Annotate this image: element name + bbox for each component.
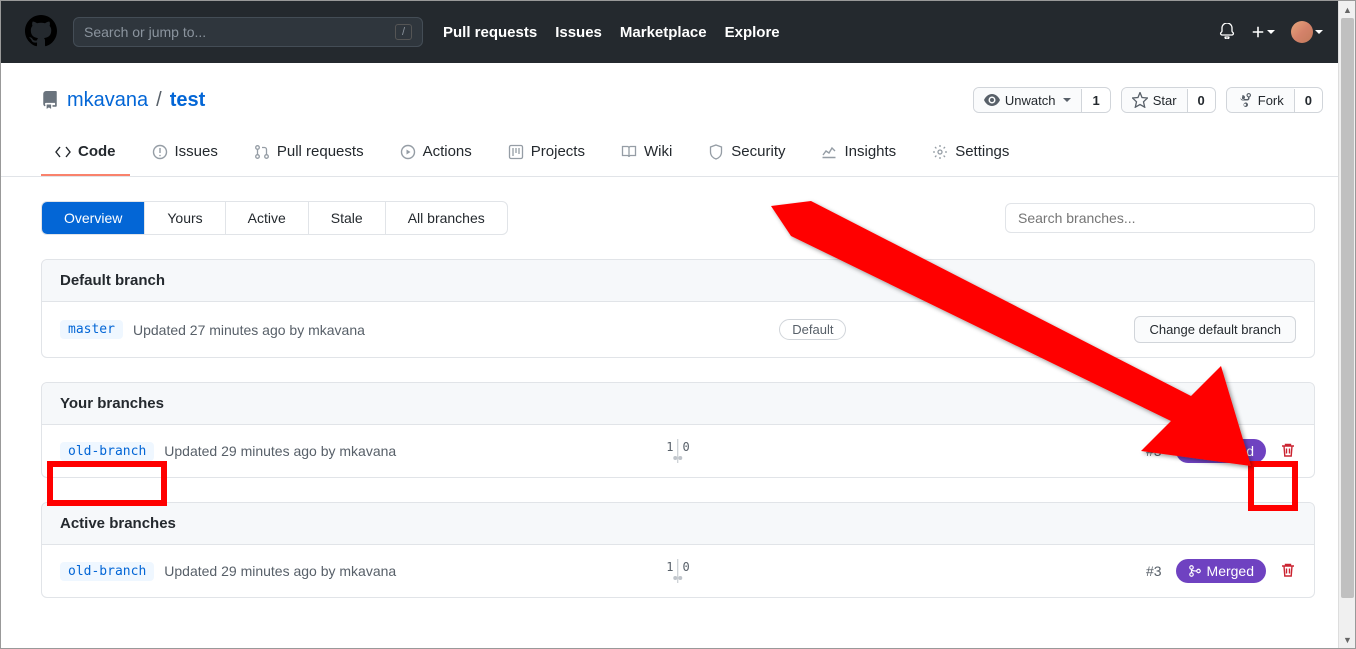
your-branches-box: Your branches old-branch Updated 29 minu… bbox=[41, 382, 1315, 478]
watch-count[interactable]: 1 bbox=[1081, 89, 1109, 112]
trash-icon bbox=[1280, 442, 1296, 458]
github-logo[interactable] bbox=[25, 15, 57, 50]
your-branch-row: old-branch Updated 29 minutes ago by mka… bbox=[42, 425, 1314, 477]
fork-count[interactable]: 0 bbox=[1294, 89, 1322, 112]
nav-marketplace[interactable]: Marketplace bbox=[620, 24, 707, 41]
active-branches-box: Active branches old-branch Updated 29 mi… bbox=[41, 502, 1315, 598]
fork-icon bbox=[1237, 92, 1253, 108]
repo-tabs: Code Issues Pull requests Actions Projec… bbox=[1, 113, 1355, 177]
global-search[interactable]: Search or jump to... / bbox=[73, 17, 423, 47]
tab-code[interactable]: Code bbox=[41, 133, 130, 176]
branch-filter-row: Overview Yours Active Stale All branches bbox=[41, 201, 1315, 235]
tab-actions[interactable]: Actions bbox=[386, 133, 486, 176]
ahead-behind: 1 0 bbox=[666, 559, 689, 583]
merge-icon bbox=[1188, 444, 1202, 458]
filter-overview[interactable]: Overview bbox=[42, 202, 145, 234]
caret-down-icon bbox=[1315, 30, 1323, 34]
tab-projects[interactable]: Projects bbox=[494, 133, 599, 176]
active-branch-row: old-branch Updated 29 minutes ago by mka… bbox=[42, 545, 1314, 597]
star-button[interactable]: Star 0 bbox=[1121, 87, 1216, 113]
branch-name-link[interactable]: old-branch bbox=[60, 562, 154, 581]
filter-all[interactable]: All branches bbox=[386, 202, 507, 234]
scroll-down-icon[interactable]: ▼ bbox=[1339, 631, 1356, 648]
avatar bbox=[1291, 21, 1313, 43]
scroll-up-icon[interactable]: ▲ bbox=[1339, 1, 1356, 18]
pr-link[interactable]: #3 bbox=[1146, 563, 1162, 579]
filter-active[interactable]: Active bbox=[226, 202, 309, 234]
bell-icon[interactable] bbox=[1219, 23, 1235, 42]
star-count[interactable]: 0 bbox=[1187, 89, 1215, 112]
slash-key-icon: / bbox=[395, 24, 412, 40]
merged-badge[interactable]: Merged bbox=[1176, 439, 1266, 463]
default-branch-header: Default branch bbox=[42, 260, 1314, 302]
tab-pulls[interactable]: Pull requests bbox=[240, 133, 378, 176]
scrollbar[interactable]: ▲ ▼ bbox=[1338, 1, 1355, 648]
search-placeholder: Search or jump to... bbox=[84, 24, 206, 40]
trash-icon bbox=[1280, 562, 1296, 578]
merged-badge[interactable]: Merged bbox=[1176, 559, 1266, 583]
star-icon bbox=[1132, 92, 1148, 108]
active-branches-header: Active branches bbox=[42, 503, 1314, 545]
tab-settings[interactable]: Settings bbox=[918, 133, 1023, 176]
delete-branch-button[interactable] bbox=[1280, 442, 1296, 461]
tab-insights[interactable]: Insights bbox=[807, 133, 910, 176]
repo-name-link[interactable]: test bbox=[170, 89, 206, 112]
repo-header: mkavana / test Unwatch 1 Star 0 Fork 0 bbox=[1, 63, 1355, 113]
scroll-thumb[interactable] bbox=[1341, 18, 1354, 598]
nav-explore[interactable]: Explore bbox=[725, 24, 780, 41]
fork-button[interactable]: Fork 0 bbox=[1226, 87, 1323, 113]
filter-stale[interactable]: Stale bbox=[309, 202, 386, 234]
branch-meta: Updated 29 minutes ago by mkavana bbox=[164, 443, 396, 459]
repo-owner-link[interactable]: mkavana bbox=[67, 89, 148, 112]
branch-meta: Updated 29 minutes ago by mkavana bbox=[164, 563, 396, 579]
tab-issues[interactable]: Issues bbox=[138, 133, 232, 176]
branch-meta: Updated 27 minutes ago by mkavana bbox=[133, 322, 365, 338]
branch-name-link[interactable]: master bbox=[60, 320, 123, 339]
filter-yours[interactable]: Yours bbox=[145, 202, 225, 234]
nav-issues[interactable]: Issues bbox=[555, 24, 602, 41]
branch-name-link[interactable]: old-branch bbox=[60, 442, 154, 461]
user-menu[interactable] bbox=[1291, 21, 1323, 43]
watch-button[interactable]: Unwatch 1 bbox=[973, 87, 1111, 113]
caret-down-icon bbox=[1267, 30, 1275, 34]
change-default-button[interactable]: Change default branch bbox=[1134, 316, 1296, 343]
tab-wiki[interactable]: Wiki bbox=[607, 133, 686, 176]
merge-icon bbox=[1188, 564, 1202, 578]
default-branch-row: master Updated 27 minutes ago by mkavana… bbox=[42, 302, 1314, 357]
tab-security[interactable]: Security bbox=[694, 133, 799, 176]
ahead-behind: 1 0 bbox=[666, 439, 689, 463]
global-header: Search or jump to... / Pull requests Iss… bbox=[1, 1, 1355, 63]
add-dropdown[interactable] bbox=[1251, 25, 1275, 39]
global-nav: Pull requests Issues Marketplace Explore bbox=[443, 24, 780, 41]
your-branches-header: Your branches bbox=[42, 383, 1314, 425]
eye-icon bbox=[984, 92, 1000, 108]
delete-branch-button[interactable] bbox=[1280, 562, 1296, 581]
nav-pulls[interactable]: Pull requests bbox=[443, 24, 537, 41]
caret-down-icon bbox=[1063, 98, 1071, 102]
pr-link[interactable]: #3 bbox=[1146, 443, 1162, 459]
repo-sep: / bbox=[156, 89, 162, 112]
repo-icon bbox=[41, 91, 59, 109]
branch-search-input[interactable] bbox=[1005, 203, 1315, 233]
default-branch-box: Default branch master Updated 27 minutes… bbox=[41, 259, 1315, 358]
default-badge: Default bbox=[779, 319, 846, 340]
